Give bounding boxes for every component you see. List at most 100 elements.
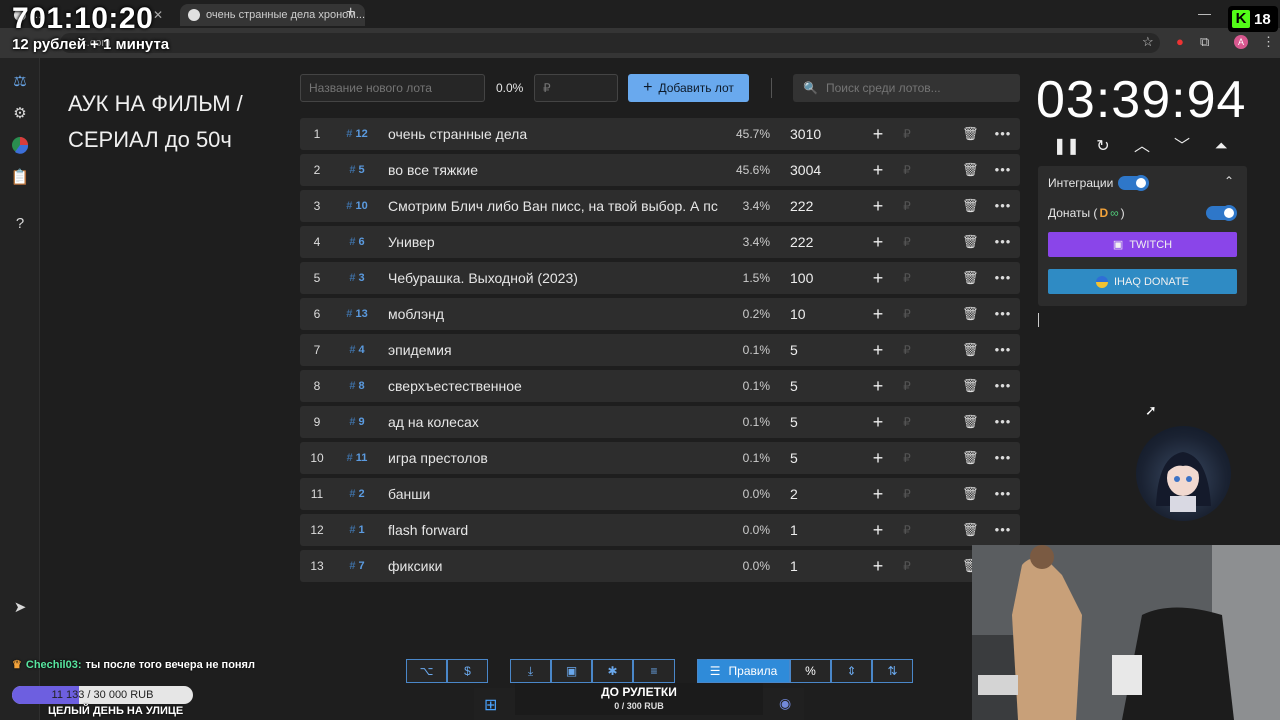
lot-name[interactable]: сверхъестественное (388, 370, 720, 402)
chevron-down-icon[interactable]: ﹀ (1171, 136, 1193, 158)
delete-trash-icon[interactable]: 🗑 (962, 406, 979, 438)
lot-name[interactable]: банши (388, 478, 720, 510)
add-amount-icon[interactable]: + (870, 442, 886, 474)
lot-name[interactable]: игра престолов (388, 442, 720, 474)
more-options-icon[interactable]: ••• (994, 190, 1012, 222)
more-options-icon[interactable]: ••• (994, 334, 1012, 366)
more-options-icon[interactable]: ••• (994, 118, 1012, 150)
pause-icon[interactable]: ❚❚ (1053, 136, 1080, 158)
browser-tab-2[interactable]: очень странные дела хроном... ✕ (180, 4, 365, 26)
extensions-puzzle-icon[interactable]: ⧉ (1200, 34, 1209, 50)
twitch-button[interactable]: ▣ TWITCH (1048, 232, 1237, 257)
profile-avatar[interactable]: A (1234, 35, 1248, 49)
ihaq-donate-button[interactable]: IHAQ DONATE (1048, 269, 1237, 294)
search-input[interactable] (825, 81, 1006, 95)
ruble-input-icon[interactable]: ₽ (901, 154, 913, 186)
add-amount-icon[interactable]: + (870, 298, 886, 330)
more-options-icon[interactable]: ••• (994, 226, 1012, 258)
more-options-icon[interactable]: ••• (994, 478, 1012, 510)
lot-name[interactable]: Чебурашка. Выходной (2023) (388, 262, 720, 294)
delete-trash-icon[interactable]: 🗑 (962, 190, 979, 222)
delete-trash-icon[interactable]: 🗑 (962, 298, 979, 330)
sort-icon[interactable]: ⇅ (872, 659, 913, 683)
add-amount-icon[interactable]: + (870, 514, 886, 546)
new-lot-amount-input[interactable] (534, 74, 618, 102)
add-amount-icon[interactable]: + (870, 334, 886, 366)
ruble-input-icon[interactable]: ₽ (901, 406, 913, 438)
delete-trash-icon[interactable]: 🗑 (962, 118, 979, 150)
add-amount-icon[interactable]: + (870, 190, 886, 222)
compress-rows-icon[interactable]: ⇕ (831, 659, 872, 683)
ruble-input-icon[interactable]: ₽ (901, 118, 913, 150)
rules-button[interactable]: ☰ Правила (697, 659, 790, 683)
lot-search[interactable]: 🔍 (793, 74, 1020, 102)
auction-gavel-icon[interactable]: ⚖ (10, 72, 30, 92)
ruble-input-icon[interactable]: ₽ (901, 478, 913, 510)
github-icon[interactable]: ⌥ (406, 659, 447, 683)
ruble-input-icon[interactable]: ₽ (901, 550, 913, 582)
lot-name[interactable]: Универ (388, 226, 720, 258)
add-amount-icon[interactable]: + (870, 118, 886, 150)
help-icon[interactable]: ? (10, 214, 30, 234)
telegram-icon[interactable]: ➤ (10, 598, 30, 618)
ruble-input-icon[interactable]: ₽ (901, 226, 913, 258)
donate-dollar-icon[interactable]: $ (447, 659, 488, 683)
add-amount-icon[interactable]: + (870, 478, 886, 510)
ruble-input-icon[interactable]: ₽ (901, 334, 913, 366)
chevron-up-icon[interactable]: ︿ (1131, 136, 1153, 158)
integrations-toggle[interactable] (1118, 175, 1149, 191)
more-options-icon[interactable]: ••• (994, 442, 1012, 474)
lot-name[interactable]: моблэнд (388, 298, 720, 330)
browser-menu-icon[interactable]: ⋮ (1262, 34, 1275, 50)
delete-trash-icon[interactable]: 🗑 (962, 226, 979, 258)
add-amount-icon[interactable]: + (870, 550, 886, 582)
clipboard-icon[interactable]: 📋 (10, 168, 30, 188)
settings-gear-icon[interactable]: ⚙ (10, 104, 30, 124)
ruble-input-icon[interactable]: ₽ (901, 262, 913, 294)
delete-trash-icon[interactable]: 🗑 (962, 514, 979, 546)
add-amount-icon[interactable]: + (870, 262, 886, 294)
delete-trash-icon[interactable]: 🗑 (962, 442, 979, 474)
delete-trash-icon[interactable]: 🗑 (962, 262, 979, 294)
more-options-icon[interactable]: ••• (994, 370, 1012, 402)
donations-toggle[interactable] (1206, 205, 1237, 221)
windows-start-icon[interactable]: ⊞ (484, 695, 497, 715)
lot-name[interactable]: ад на колесах (388, 406, 720, 438)
lot-name[interactable]: очень странные дела (388, 118, 720, 150)
ruble-input-icon[interactable]: ₽ (901, 514, 913, 546)
ruble-input-icon[interactable]: ₽ (901, 190, 913, 222)
more-options-icon[interactable]: ••• (994, 406, 1012, 438)
new-lot-name-input[interactable] (300, 74, 485, 102)
delete-trash-icon[interactable]: 🗑 (962, 478, 979, 510)
add-amount-icon[interactable]: + (870, 406, 886, 438)
collapse-icon[interactable]: ⌃ (1224, 174, 1234, 188)
percent-toggle-button[interactable]: % (790, 659, 831, 683)
more-options-icon[interactable]: ••• (994, 514, 1012, 546)
double-chevron-up-icon[interactable]: ⏶ (1210, 136, 1232, 158)
ruble-input-icon[interactable]: ₽ (901, 298, 913, 330)
download-icon[interactable]: ⤓ (510, 659, 551, 683)
lot-name[interactable]: эпидемия (388, 334, 720, 366)
extension-icon[interactable]: ● (1176, 34, 1184, 49)
add-amount-icon[interactable]: + (870, 154, 886, 186)
tab-close-icon[interactable]: ✕ (153, 8, 163, 22)
bookmark-star-icon[interactable]: ☆ (1142, 34, 1154, 50)
delete-trash-icon[interactable]: 🗑 (962, 334, 979, 366)
more-options-icon[interactable]: ••• (994, 154, 1012, 186)
add-amount-icon[interactable]: + (870, 226, 886, 258)
url-field[interactable]: ...c.com (60, 33, 1160, 53)
reset-icon[interactable]: ↻ (1092, 136, 1114, 158)
delete-trash-icon[interactable]: 🗑 (962, 154, 979, 186)
ruble-input-icon[interactable]: ₽ (901, 442, 913, 474)
more-options-icon[interactable]: ••• (994, 262, 1012, 294)
minimize-icon[interactable]: — (1198, 6, 1211, 21)
lot-name[interactable]: flash forward (388, 514, 720, 546)
add-lot-button[interactable]: + Добавить лот (628, 74, 749, 102)
lot-name[interactable]: фиксики (388, 550, 720, 582)
lot-name[interactable]: Смотрим Блич либо Ван писс, на твой выбо… (388, 190, 720, 222)
bug-icon[interactable]: ✱ (592, 659, 633, 683)
more-options-icon[interactable]: ••• (994, 298, 1012, 330)
discord-icon[interactable]: ◉ (779, 695, 791, 712)
save-icon[interactable]: ▣ (551, 659, 592, 683)
new-tab-icon[interactable]: + (346, 4, 355, 22)
